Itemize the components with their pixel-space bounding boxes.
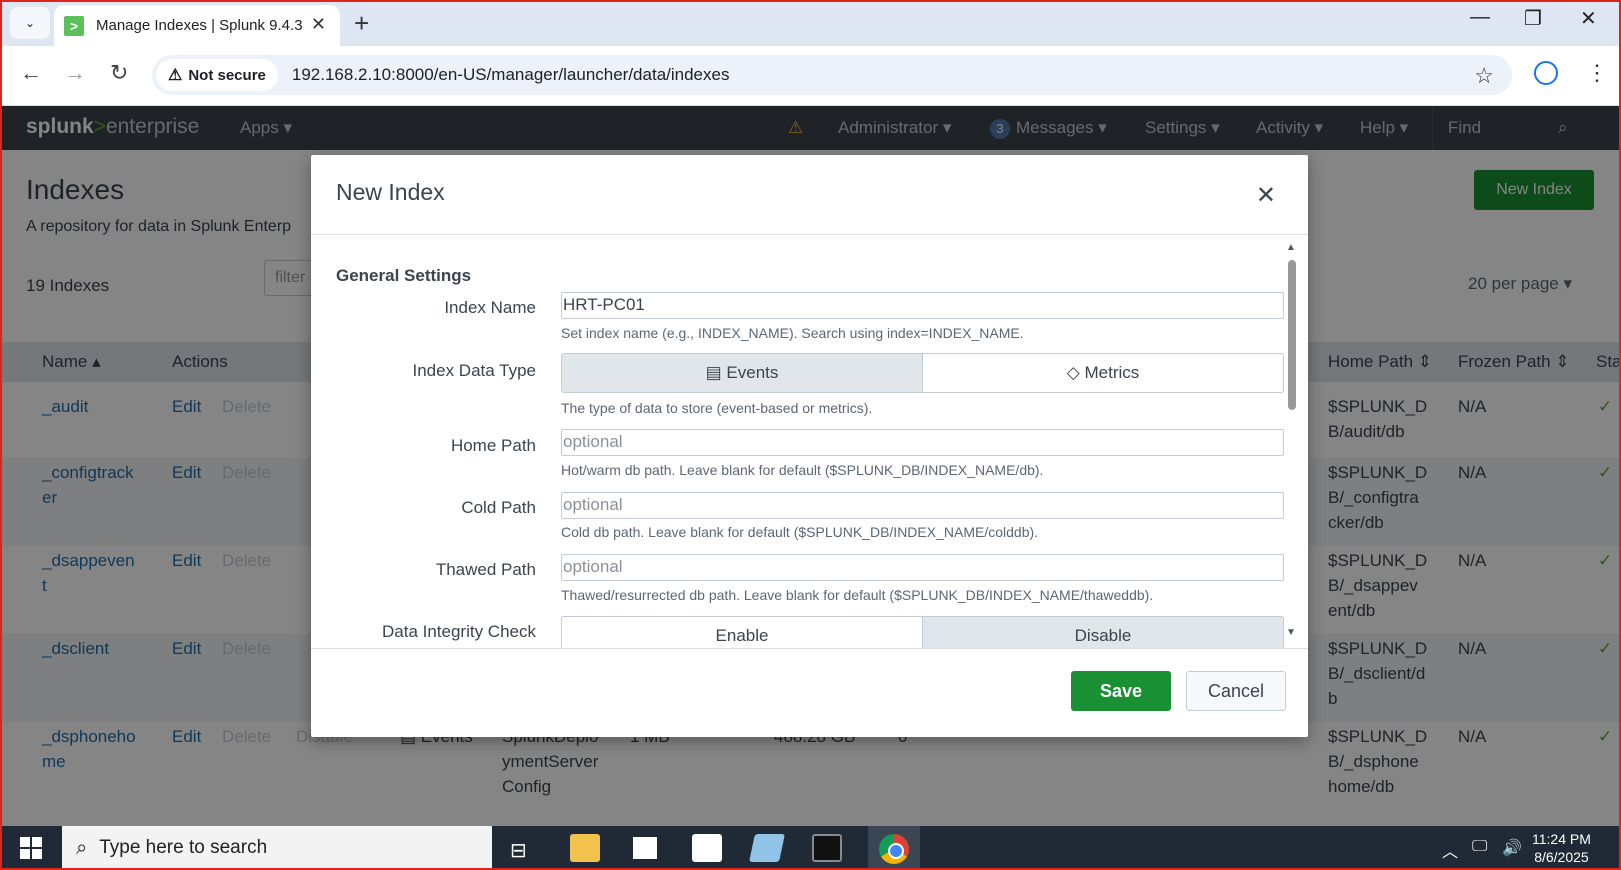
data-type-help: The type of data to store (event-based o… <box>561 400 873 416</box>
browser-tab-strip: ⌄ > Manage Indexes | Splunk 9.4.3 ✕ + — … <box>0 0 1621 46</box>
home-path-input[interactable]: optional <box>561 429 1284 456</box>
close-icon[interactable]: ✕ <box>1256 181 1276 210</box>
browser-tab-active[interactable]: > Manage Indexes | Splunk 9.4.3 ✕ <box>54 5 340 46</box>
home-path-help: Hot/warm db path. Leave blank for defaul… <box>561 462 1044 478</box>
index-name-input[interactable]: HRT-PC01 <box>561 292 1284 319</box>
tab-search-menu-button[interactable]: ⌄ <box>10 7 50 39</box>
taskbar-clock[interactable]: 11:24 PM 8/6/2025 <box>1532 830 1591 866</box>
security-label: Not secure <box>188 66 266 84</box>
windows-start-icon[interactable] <box>20 837 42 859</box>
integrity-check-label: Data Integrity Check <box>381 622 536 641</box>
disable-option[interactable]: Disable <box>923 617 1283 648</box>
dialog-title: New Index <box>336 179 445 205</box>
index-name-help: Set index name (e.g., INDEX_NAME). Searc… <box>561 325 1024 341</box>
splunk-favicon-icon: > <box>64 15 84 36</box>
reload-icon[interactable]: ↻ <box>110 60 128 86</box>
warning-triangle-icon: ⚠ <box>168 67 183 84</box>
file-explorer-icon[interactable] <box>570 834 600 862</box>
task-view-icon[interactable]: ⊟ <box>510 838 527 863</box>
clock-date: 8/6/2025 <box>1534 849 1589 865</box>
volume-icon[interactable]: 🔊 <box>1502 838 1522 858</box>
show-hidden-icons-chevron-icon[interactable]: ︿ <box>1442 838 1458 862</box>
microsoft-store-icon[interactable] <box>630 834 660 862</box>
browser-menu-icon[interactable]: ⋮ <box>1586 60 1608 86</box>
forward-arrow-icon[interactable]: → <box>64 60 86 86</box>
profile-avatar-icon[interactable] <box>1534 61 1558 85</box>
cold-path-label: Cold Path <box>461 498 536 517</box>
data-type-toggle: ▤ Events ◇ Metrics <box>561 353 1284 393</box>
browser-toolbar: ← → ↻ ⚠ Not secure 192.168.2.10:8000/en-… <box>0 46 1621 106</box>
minimize-button[interactable]: — <box>1470 6 1490 29</box>
enable-option[interactable]: Enable <box>562 617 923 648</box>
dialog-header: New Index ✕ <box>311 155 1308 235</box>
new-tab-button[interactable]: + <box>354 8 369 39</box>
dialog-footer: Save Cancel <box>311 648 1308 737</box>
metrics-option[interactable]: ◇ Metrics <box>923 354 1283 392</box>
tab-title: Manage Indexes | Splunk 9.4.3 <box>96 17 303 34</box>
tab-close-icon[interactable]: ✕ <box>311 14 326 35</box>
terminal-icon[interactable] <box>812 834 842 862</box>
url-text[interactable]: 192.168.2.10:8000/en-US/manager/launcher… <box>292 65 730 85</box>
bookmark-star-icon[interactable]: ☆ <box>1474 63 1494 89</box>
scroll-up-arrow-icon[interactable]: ▲ <box>1286 242 1296 253</box>
scroll-down-arrow-icon[interactable]: ▼ <box>1286 627 1296 638</box>
section-title: General Settings <box>336 266 472 285</box>
restore-button[interactable]: ❐ <box>1524 6 1542 31</box>
notepad-icon[interactable] <box>749 834 785 862</box>
address-bar[interactable]: ⚠ Not secure 192.168.2.10:8000/en-US/man… <box>152 55 1512 95</box>
windows-taskbar: ⌕ Type here to search ⊟ ︿ 🖵 🔊 11:24 PM 8… <box>0 826 1621 870</box>
save-button[interactable]: Save <box>1071 671 1171 711</box>
data-type-label: Index Data Type <box>412 361 537 380</box>
dialog-scrollbar[interactable]: ▲ ▼ <box>1286 242 1298 638</box>
new-index-dialog: New Index ✕ General Settings Index Name … <box>311 155 1308 737</box>
mail-icon[interactable] <box>692 834 722 862</box>
search-icon: ⌕ <box>76 836 88 859</box>
cold-path-input[interactable]: optional <box>561 492 1284 519</box>
dialog-body: General Settings Index Name HRT-PC01 Set… <box>311 236 1308 648</box>
thawed-path-label: Thawed Path <box>435 560 536 579</box>
home-path-label: Home Path <box>450 436 536 455</box>
integrity-check-toggle: Enable Disable <box>561 616 1284 648</box>
index-name-label: Index Name <box>444 298 536 317</box>
cold-path-help: Cold db path. Leave blank for default ($… <box>561 524 1039 540</box>
chrome-icon[interactable] <box>879 834 909 864</box>
security-indicator[interactable]: ⚠ Not secure <box>156 59 278 91</box>
events-icon: ▤ <box>705 363 727 382</box>
metrics-tag-icon: ◇ <box>1066 363 1085 382</box>
thawed-path-help: Thawed/resurrected db path. Leave blank … <box>561 587 1154 603</box>
taskbar-search-placeholder: Type here to search <box>99 837 268 858</box>
clock-time: 11:24 PM <box>1532 831 1591 847</box>
taskbar-search-box[interactable]: ⌕ Type here to search <box>62 826 492 870</box>
scrollbar-thumb[interactable] <box>1288 260 1296 410</box>
back-arrow-icon[interactable]: ← <box>20 60 42 86</box>
network-icon[interactable]: 🖵 <box>1472 838 1487 856</box>
thawed-path-input[interactable]: optional <box>561 554 1284 581</box>
window-close-button[interactable]: ✕ <box>1580 6 1597 31</box>
events-option[interactable]: ▤ Events <box>562 354 923 392</box>
cancel-button[interactable]: Cancel <box>1186 671 1286 711</box>
